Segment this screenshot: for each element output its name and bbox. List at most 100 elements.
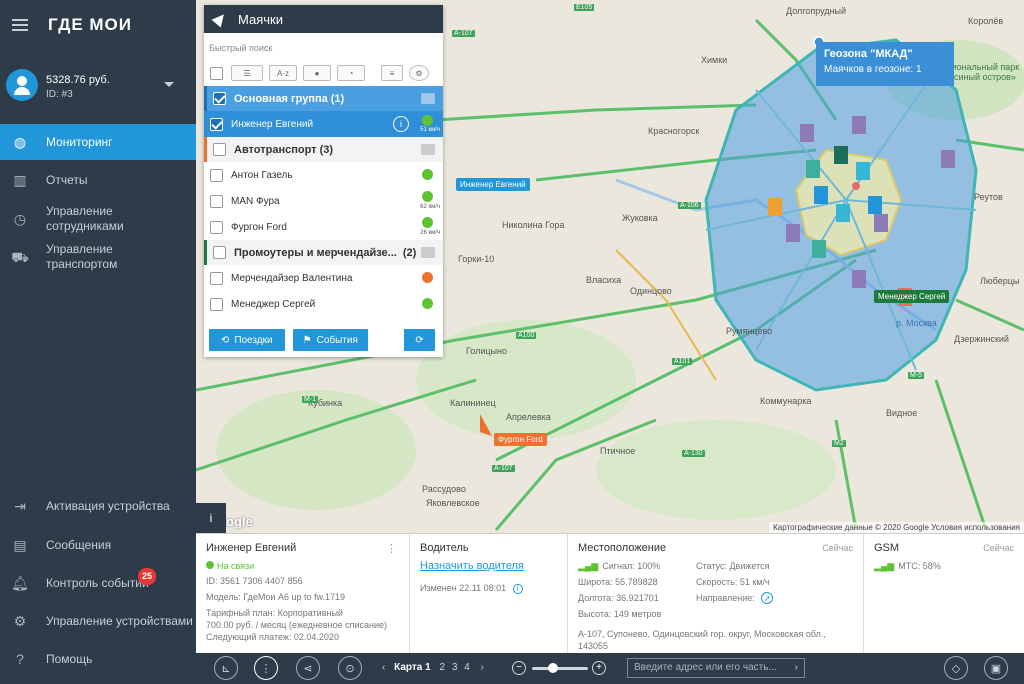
nav-devices[interactable]: ⚙ Управление устройствами <box>0 613 196 629</box>
nav-messages[interactable]: ▤ Сообщения <box>0 537 196 553</box>
more-icon[interactable]: ⋮ <box>386 542 397 555</box>
zoom-in-icon[interactable]: + <box>592 661 606 675</box>
chevron-down-icon[interactable] <box>164 82 174 87</box>
group-transport[interactable]: Автотранспорт (3) <box>204 137 443 162</box>
zoom-out-icon[interactable]: − <box>512 661 526 675</box>
map-tab-active[interactable]: Карта 1 <box>394 662 431 673</box>
pager-next-icon[interactable]: › <box>481 662 484 673</box>
sort-az-button[interactable]: A-z <box>269 65 297 81</box>
eraser-icon[interactable]: ◇ <box>944 656 968 680</box>
device-model: Модель: ГдеМои А6 up to fw.1719 <box>206 592 346 602</box>
share-icon[interactable]: ⋖ <box>296 656 320 680</box>
events-button[interactable]: ⚑ События <box>292 329 369 351</box>
zoom-slider-handle[interactable] <box>548 663 558 673</box>
nav-help-label: Помощь <box>46 651 93 666</box>
driver-changed-label: Изменен 22.11 08:01 <box>420 583 507 593</box>
device-next-payment: Следующий платеж: 02.04.2020 <box>206 632 339 642</box>
trips-button[interactable]: ⟲ Поездки <box>209 329 285 351</box>
road-label-a130: A-130 <box>682 450 705 457</box>
list-item-ford[interactable]: Фургон Ford 26 км/ч <box>204 214 443 240</box>
item-ford-label: Фургон Ford <box>231 221 287 233</box>
geozone-popup[interactable]: Геозона "МКАД" Маячков в геозоне: 1 <box>816 42 954 86</box>
group-message-icon[interactable] <box>421 144 435 155</box>
sort-status-button[interactable]: ● <box>303 65 331 81</box>
avatar <box>6 69 38 101</box>
group-main-checkbox[interactable] <box>213 92 226 105</box>
item-man-label: MAN Фура <box>231 195 280 207</box>
item-man-checkbox[interactable] <box>210 194 223 208</box>
device-plan: Тарифный план: Корпоративный <box>206 608 343 618</box>
nav-activation[interactable]: ⇥ Активация устройства <box>0 498 196 514</box>
map-tab-2[interactable]: 2 <box>439 662 445 673</box>
group-main[interactable]: Основная группа (1) <box>204 86 443 111</box>
nav-staff[interactable]: ◷ Управление сотрудниками <box>0 204 196 234</box>
map-tag-sergey[interactable]: Менеджер Сергей <box>874 290 950 303</box>
map-label-korolev: Королёв <box>968 16 1004 26</box>
map-tab-4[interactable]: 4 <box>464 662 470 673</box>
map-label-ptichnoe: Птичное <box>600 446 636 456</box>
history-button[interactable]: ⟳ <box>404 329 436 351</box>
ruler-icon[interactable]: ⊾ <box>214 656 238 680</box>
list-item-gazel[interactable]: Антон Газель <box>204 162 443 188</box>
pager-prev-icon[interactable]: ‹ <box>382 662 385 673</box>
item-ford-checkbox[interactable] <box>210 220 223 234</box>
nav-reports-label: Отчеты <box>46 172 88 187</box>
group-promoters-checkbox[interactable] <box>213 246 226 259</box>
panel-toolbar: ☰ A-z ● ◔ ≡ ⚙ <box>204 60 443 86</box>
map-label-moskva-river: р. Москва <box>896 318 937 328</box>
nav-transport[interactable]: ⛟ Управление транспортом <box>0 242 196 272</box>
nav-help[interactable]: ? Помощь <box>0 651 196 667</box>
car-icon: ⛟ <box>11 248 29 265</box>
item-gazel-checkbox[interactable] <box>210 168 223 182</box>
location-pin-icon[interactable]: ⊙ <box>338 656 362 680</box>
bell-icon: 🔔︎ <box>11 574 29 591</box>
select-all-checkbox[interactable] <box>210 66 223 80</box>
info-icon[interactable]: i <box>393 116 409 132</box>
map-info-button[interactable]: i <box>196 503 226 533</box>
location-column: Местоположение Сейчас ▂▄▆ Сигнал: 100% Ши… <box>568 534 864 654</box>
settings-button[interactable]: ⚙ <box>409 65 429 81</box>
gsm-operator-label: МТС: 58% <box>898 561 941 571</box>
gsm-column: GSM Сейчас ▂▄▆ МТС: 58% <box>864 534 1024 654</box>
list-item-man[interactable]: MAN Фура 62 км/ч <box>204 188 443 214</box>
nav-reports[interactable]: ▥ Отчеты <box>0 172 196 188</box>
bar-chart-icon: ▥ <box>13 171 27 188</box>
item-valentina-checkbox[interactable] <box>210 271 223 285</box>
filter-button[interactable]: ≡ <box>381 65 403 81</box>
location-alt: Высота: 149 метров <box>578 609 662 619</box>
zoom-slider[interactable] <box>532 667 588 670</box>
group-promoters[interactable]: Промоутеры и мерчендайзе... (2) <box>204 240 443 265</box>
sort-speed-button[interactable]: ◔ <box>337 65 365 81</box>
item-man-speed: 62 км/ч <box>420 204 440 210</box>
item-sergey-checkbox[interactable] <box>210 297 223 311</box>
nav-transport-label: Управление транспортом <box>46 242 118 271</box>
map-tag-ford[interactable]: Фургон Ford <box>494 433 547 446</box>
map-label-krasnogorsk: Красногорск <box>648 126 700 136</box>
nav-events[interactable]: 🔔︎ Контроль событий 25 <box>0 568 196 591</box>
traffic-light-icon[interactable]: ⋮ <box>254 656 278 680</box>
group-message-icon[interactable] <box>421 247 435 258</box>
camera-icon[interactable]: ▣ <box>984 656 1008 680</box>
address-search-input[interactable]: Введите адрес или его часть... › <box>627 658 805 678</box>
nav-monitoring[interactable]: ◍ Мониторинг <box>0 124 196 160</box>
list-item-evgeny[interactable]: Инженер Евгений i 51 км/ч <box>204 111 443 137</box>
assign-driver-link[interactable]: Назначить водителя <box>420 560 557 572</box>
status-dot-green <box>206 561 214 569</box>
list-view-button[interactable]: ☰ <box>231 65 263 81</box>
collapse-icon[interactable] <box>421 93 435 104</box>
nav-activation-label: Активация устройства <box>46 498 170 513</box>
account-block[interactable]: 5328.76 руб. ID: #3 <box>0 50 196 120</box>
map-label-lyubertsy: Люберцы <box>980 276 1020 286</box>
info-icon[interactable]: i <box>512 584 523 594</box>
item-evgeny-checkbox[interactable] <box>210 117 223 131</box>
list-item-valentina[interactable]: Мерчендайзер Валентина <box>204 265 443 291</box>
map-label-khimki: Химки <box>701 55 728 65</box>
map-tag-evgeny[interactable]: Инженер Евгений <box>456 178 530 191</box>
map-copyright[interactable]: Картографические данные © 2020 Google Ус… <box>769 522 1024 533</box>
quick-search-input[interactable]: Быстрый поиск <box>204 33 443 60</box>
search-arrow-icon[interactable]: › <box>795 662 798 673</box>
group-transport-checkbox[interactable] <box>213 143 226 156</box>
list-item-sergey[interactable]: Менеджер Сергей <box>204 291 443 317</box>
menu-icon[interactable] <box>12 19 28 31</box>
map-tab-3[interactable]: 3 <box>452 662 458 673</box>
